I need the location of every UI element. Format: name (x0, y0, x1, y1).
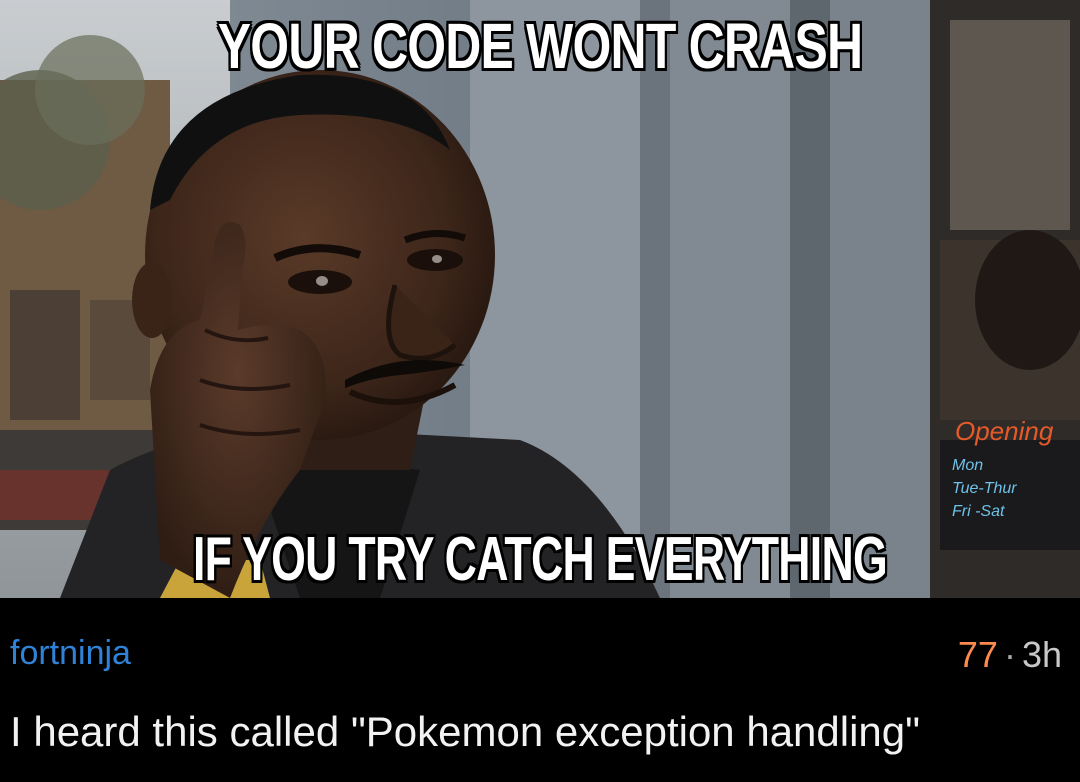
meme-photo: Opening Mon Tue-Thur Fri -Sat (0, 0, 1080, 598)
comment-stats: 77 · 3h (958, 634, 1062, 676)
comment-age: 3h (1021, 634, 1062, 675)
comment: fortninja 77 · 3h I heard this called "Pok… (0, 598, 1080, 782)
sign-opening: Opening (955, 416, 1054, 446)
meme-bottom-caption: IF YOU TRY CATCH EVERYTHING ALL THE TIME (192, 525, 888, 598)
meta-separator: · (1003, 634, 1016, 675)
meme-top-caption: YOUR CODE WONT CRASH (217, 10, 863, 82)
comment-body: I heard this called "Pokemon exception h… (10, 708, 921, 755)
sign-tue-thur: Tue-Thur (952, 480, 1017, 497)
comment-username[interactable]: fortninja (10, 634, 131, 673)
comment-score: 77 (957, 634, 998, 675)
sign-fri-sat: Fri -Sat (952, 503, 1005, 520)
sign-mon: Mon (952, 457, 983, 474)
comment-meta: fortninja 77 · 3h (10, 634, 1062, 682)
meme-image[interactable]: Opening Mon Tue-Thur Fri -Sat YOUR CODE … (0, 0, 1080, 598)
